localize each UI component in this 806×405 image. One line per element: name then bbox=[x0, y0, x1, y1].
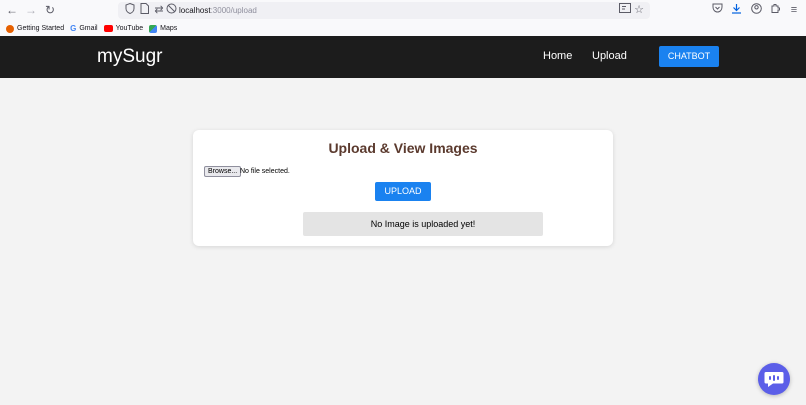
bookmark-youtube[interactable]: YouTube bbox=[103, 25, 144, 32]
address-bar[interactable]: ⇄ localhost:3000/upload ☆ bbox=[118, 2, 650, 19]
bookmark-maps[interactable]: Maps bbox=[149, 24, 178, 33]
tracking-icon[interactable] bbox=[164, 3, 178, 17]
bookmarks-bar: Getting Started G Gmail YouTube Maps bbox=[0, 21, 806, 36]
nav-link-upload[interactable]: Upload bbox=[592, 50, 627, 62]
url-text[interactable]: localhost:3000/upload bbox=[179, 4, 257, 17]
account-icon[interactable] bbox=[749, 3, 763, 17]
app-navbar: mySugr Home Upload CHATBOT bbox=[0, 36, 806, 78]
extensions-icon[interactable] bbox=[768, 3, 782, 17]
bookmark-star-icon[interactable]: ☆ bbox=[632, 3, 646, 17]
brand-logo[interactable]: mySugr bbox=[97, 46, 162, 68]
nav-link-home[interactable]: Home bbox=[543, 50, 572, 62]
file-status-text: No file selected. bbox=[240, 168, 290, 175]
forward-arrow-icon[interactable]: → bbox=[24, 3, 38, 17]
bookmark-label: Gmail bbox=[79, 25, 98, 32]
google-icon: G bbox=[70, 23, 77, 33]
upload-card: Upload & View Images Browse... No file s… bbox=[193, 130, 613, 246]
browse-button[interactable]: Browse... bbox=[204, 166, 242, 177]
maps-icon bbox=[149, 24, 158, 33]
reload-icon[interactable]: ↻ bbox=[43, 3, 57, 17]
firefox-icon bbox=[6, 24, 14, 33]
reader-view-icon[interactable] bbox=[618, 3, 632, 17]
bookmark-getting-started[interactable]: Getting Started bbox=[6, 24, 65, 33]
chatbot-button[interactable]: CHATBOT bbox=[659, 46, 719, 67]
downloads-icon[interactable] bbox=[729, 3, 743, 17]
url-host: localhost bbox=[179, 6, 211, 15]
browser-toolbar: ← → ↻ ⇄ localhost:3000/upload ☆ ≡ bbox=[0, 0, 806, 21]
chat-bubble-icon bbox=[764, 372, 784, 387]
url-path: :3000/upload bbox=[210, 6, 257, 15]
menu-icon[interactable]: ≡ bbox=[787, 3, 801, 17]
page-icon[interactable] bbox=[137, 3, 151, 17]
back-arrow-icon[interactable]: ← bbox=[5, 3, 19, 17]
card-title: Upload & View Images bbox=[328, 140, 478, 156]
empty-images-message: No Image is uploaded yet! bbox=[303, 212, 543, 236]
bookmark-label: YouTube bbox=[115, 25, 144, 32]
bookmark-gmail[interactable]: G Gmail bbox=[70, 23, 98, 33]
upload-button[interactable]: UPLOAD bbox=[375, 182, 431, 201]
chat-fab-button[interactable] bbox=[758, 363, 790, 395]
bookmark-label: Getting Started bbox=[17, 25, 65, 32]
pocket-icon[interactable] bbox=[710, 3, 724, 17]
shield-icon[interactable] bbox=[123, 2, 137, 17]
youtube-icon bbox=[103, 25, 113, 32]
bookmark-label: Maps bbox=[160, 25, 178, 32]
